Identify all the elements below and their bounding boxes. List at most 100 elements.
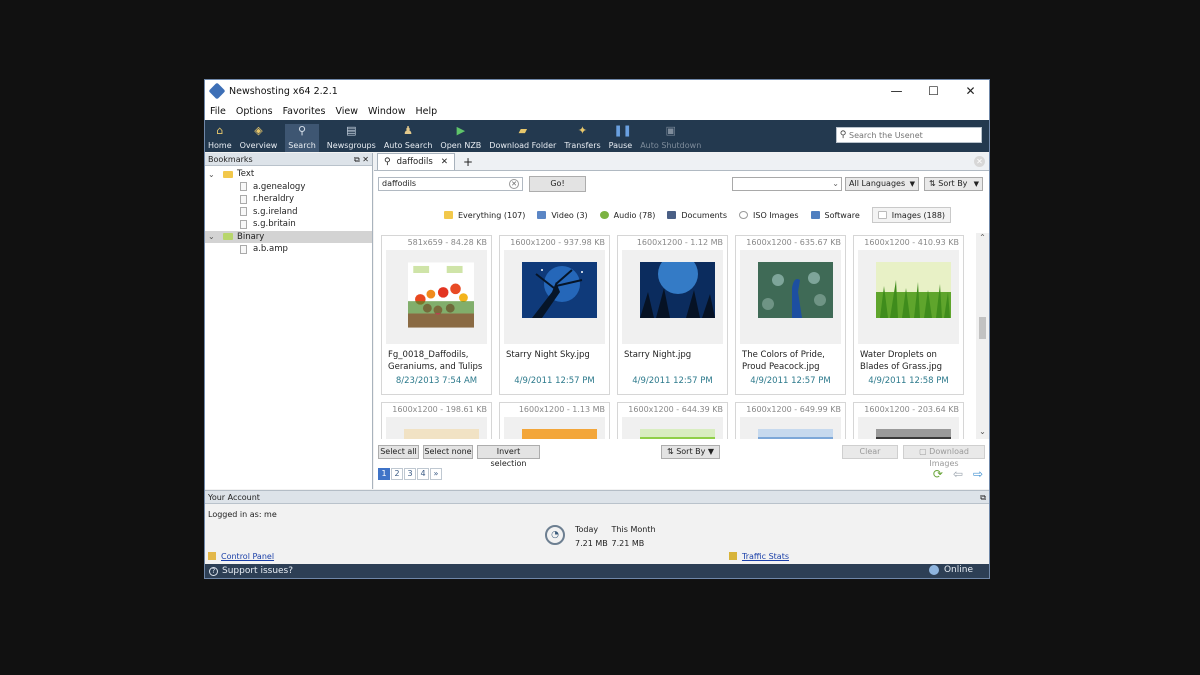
toolbar-newsgroups-button[interactable]: ▤ Newsgroups [327,124,376,152]
scroll-up-icon[interactable]: ⌃ [976,233,989,245]
result-card[interactable]: 1600x1200 - 1.13 MB [499,402,610,439]
result-card[interactable]: 1600x1200 - 644.39 KB [617,402,728,439]
page-4[interactable]: 4 [417,468,429,480]
filter-iso-images[interactable]: ISO Images [739,207,799,223]
thumbnail-image [404,429,479,439]
page-1[interactable]: 1 [378,468,390,480]
close-tab-icon[interactable]: ✕ [441,157,448,167]
next-pages[interactable]: » [430,468,442,480]
account-header: Your Account ⧉ [205,491,989,504]
filter-documents[interactable]: Documents [667,207,727,223]
menu-favorites[interactable]: Favorites [283,106,326,117]
folder-icon [223,170,233,178]
filter-video[interactable]: Video (3) [537,207,588,223]
result-card[interactable]: 1600x1200 - 203.64 KB [853,402,964,439]
chevron-down-icon[interactable]: ⌄ [208,170,218,179]
toolbar-home-button[interactable]: ⌂ Home [208,124,232,152]
result-card[interactable]: 1600x1200 - 198.61 KB [381,402,492,439]
search-query-input[interactable]: daffodils ✕ [378,177,523,191]
result-card[interactable]: 581x659 - 84.28 KB Fg_0018_Daffodils, Ge… [381,235,492,395]
category-dropdown[interactable]: ⌄ [732,177,842,191]
tree-folder-text[interactable]: ⌄ Text [205,168,372,181]
scroll-down-icon[interactable]: ⌄ [976,427,989,439]
toolbar-search-button[interactable]: ⚲ Search [285,124,319,152]
panel-controls[interactable]: ⧉ ✕ [354,153,369,166]
toolbar-open-nzb-button[interactable]: ▶ Open NZB [440,124,481,152]
bookmarks-panel: Bookmarks ⧉ ✕ ⌄ Text a.genealogy r.heral… [205,153,373,489]
document-icon [240,182,247,192]
panel-restore-icon[interactable]: ⧉ [980,491,986,504]
transfers-icon: ✦ [577,124,588,137]
window-controls: — ☐ ✕ [878,80,989,102]
menu-window[interactable]: Window [368,106,405,117]
filter-images[interactable]: Images (188) [871,207,952,223]
tab-daffodils[interactable]: ⚲ daffodils ✕ [377,153,455,170]
close-all-tabs-icon[interactable]: ✕ [974,156,985,167]
lock-icon [208,552,216,560]
tree-item-a-genealogy[interactable]: a.genealogy [205,181,372,194]
tree-item-r-heraldry[interactable]: r.heraldry [205,193,372,206]
toolbar-auto-search-button[interactable]: ♟ Auto Search [384,124,433,152]
menu-options[interactable]: Options [236,106,273,117]
toolbar-auto-shutdown-button[interactable]: ▣ Auto Shutdown [640,124,701,152]
app-window: Newshosting x64 2.2.1 — ☐ ✕ File Options… [204,79,990,579]
thumbnail-starry-sky [522,262,597,318]
folder-icon [444,211,453,219]
thumbnail-flowers [408,262,474,328]
maximize-button[interactable]: ☐ [915,80,952,102]
refresh-icon[interactable]: ⟳ [933,467,943,481]
sort-dropdown[interactable]: ⇅ Sort By ▼ [924,177,983,191]
tree-item-s-g-ireland[interactable]: s.g.ireland [205,206,372,219]
forward-arrow-icon[interactable]: ⇨ [973,467,983,481]
minimize-button[interactable]: — [878,80,915,102]
tree-folder-binary[interactable]: ⌄ Binary [205,230,372,243]
newsgroups-icon: ▤ [346,124,357,137]
scrollbar-thumb[interactable] [979,317,986,339]
back-arrow-icon[interactable]: ⇦ [953,467,963,481]
support-issues-link[interactable]: Support issues? [222,566,293,576]
menu-file[interactable]: File [210,106,226,117]
clear-button[interactable]: Clear [842,445,898,459]
new-tab-button[interactable]: + [463,154,473,170]
results-sort-button[interactable]: ⇅ Sort By ▼ [661,445,720,459]
filter-software[interactable]: Software [810,207,860,223]
window-title: Newshosting x64 2.2.1 [229,85,338,97]
traffic-stats-link[interactable]: Traffic Stats [742,552,789,561]
invert-selection-button[interactable]: Invert selection [477,445,540,468]
clear-query-icon[interactable]: ✕ [509,179,519,189]
toolbar-transfers-button[interactable]: ✦ Transfers [564,124,600,152]
documents-icon [667,211,677,219]
pause-icon: ❚❚ [613,124,632,137]
toolbar-pause-button[interactable]: ❚❚ Pause [609,124,633,152]
result-card[interactable]: 1600x1200 - 937.98 KB Starry Night Sky.j… [499,235,610,395]
result-card[interactable]: 1600x1200 - 1.12 MB Starry Night.jpg 4/9… [617,235,728,395]
bookmarks-title: Bookmarks [208,155,253,164]
tree-item-s-g-britain[interactable]: s.g.britain [205,218,372,231]
filter-everything[interactable]: Everything (107) [444,207,525,223]
language-dropdown[interactable]: All Languages ▼ [845,177,919,191]
results-scrollbar[interactable]: ⌃ ⌄ [976,233,989,439]
usenet-search-box[interactable]: ⚲ [836,127,982,143]
filter-audio[interactable]: Audio (78) [599,207,655,223]
result-card[interactable]: 1600x1200 - 649.99 KB [735,402,846,439]
tree-item-a-b-amp[interactable]: a.b.amp [205,243,372,256]
menu-help[interactable]: Help [416,106,438,117]
control-panel-link[interactable]: Control Panel [221,552,274,561]
page-2[interactable]: 2 [391,468,403,480]
page-3[interactable]: 3 [404,468,416,480]
result-card[interactable]: 1600x1200 - 635.67 KB The Colors of Prid… [735,235,846,395]
select-all-button[interactable]: Select all [378,445,419,459]
select-none-button[interactable]: Select none [423,445,473,459]
connection-status: Online [928,565,973,575]
chevron-down-icon[interactable]: ⌄ [208,232,218,241]
close-button[interactable]: ✕ [952,80,989,102]
menu-view[interactable]: View [335,106,358,117]
bookmarks-header: Bookmarks ⧉ ✕ [205,153,372,166]
download-images-button[interactable]: ▢ Download Images [903,445,985,468]
toolbar-overview-button[interactable]: ◈ Overview [240,124,278,152]
results-actions: Select all Select none Invert selection … [378,445,985,468]
usenet-search-input[interactable] [849,130,975,140]
result-card[interactable]: 1600x1200 - 410.93 KB Water Droplets on … [853,235,964,395]
go-button[interactable]: Go! [529,176,586,192]
toolbar-download-folder-button[interactable]: ▰ Download Folder [489,124,556,152]
